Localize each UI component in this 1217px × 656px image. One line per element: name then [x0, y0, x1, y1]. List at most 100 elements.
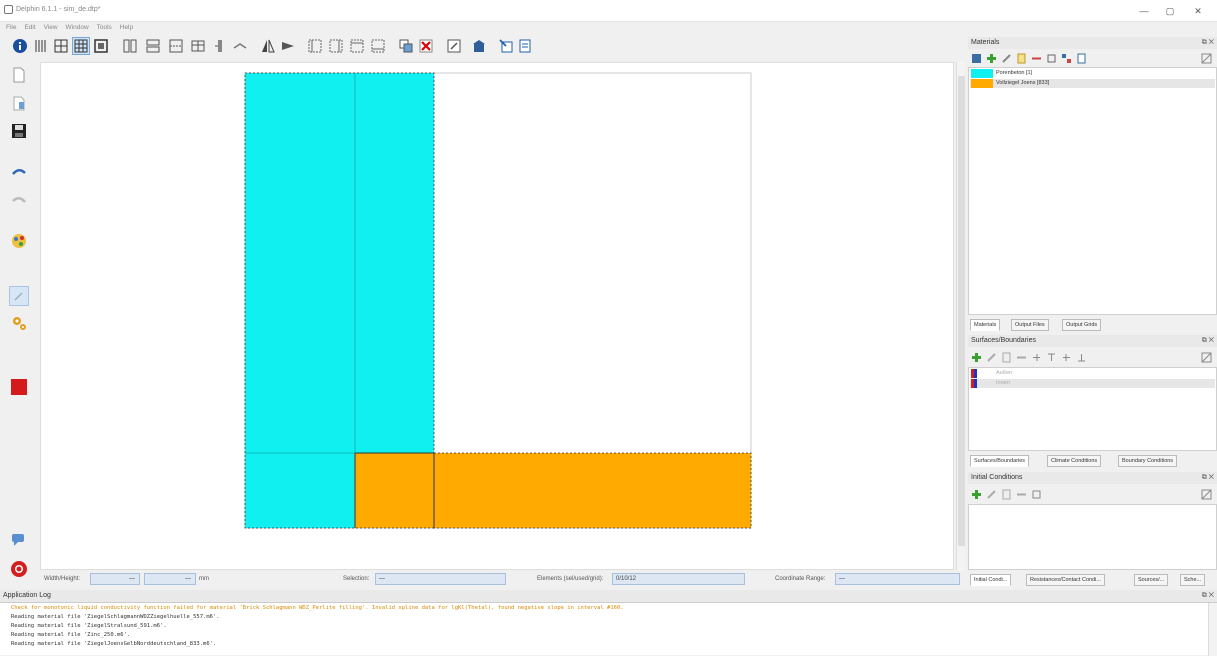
dock-float-close-icon[interactable]: ⧉ ✕: [1202, 335, 1214, 347]
material-item-vollziegel[interactable]: Vollziegel Joens [833]: [970, 79, 1215, 88]
maximize-button[interactable]: ▢: [1160, 4, 1180, 18]
copy-icon[interactable]: [1001, 352, 1012, 363]
dock-float-close-icon[interactable]: ⧉ ✕: [1202, 37, 1214, 49]
width-field[interactable]: —: [90, 573, 140, 585]
export-material-icon[interactable]: [1076, 53, 1087, 64]
tab-output-grids[interactable]: Output Grids: [1062, 319, 1102, 331]
add-icon[interactable]: [971, 489, 982, 500]
scrollbar-thumb[interactable]: [958, 76, 965, 546]
frame-icon[interactable]: [93, 38, 109, 54]
add-icon[interactable]: [986, 53, 997, 64]
selection-field[interactable]: —: [375, 573, 506, 585]
material-item-porenbeton[interactable]: Porenbeton [1]: [970, 69, 1215, 78]
vollziegel-cell-2[interactable]: [434, 453, 751, 528]
edit-pencil-icon[interactable]: [986, 352, 997, 363]
mirror-horizontal-icon[interactable]: [260, 38, 276, 54]
menu-tools[interactable]: Tools: [97, 22, 112, 33]
grid-align-right-icon[interactable]: [328, 38, 344, 54]
color-palette-icon[interactable]: [10, 232, 28, 250]
grid-detail-icon[interactable]: [72, 37, 90, 55]
import-icon[interactable]: [498, 38, 514, 54]
insert-column-icon[interactable]: [212, 38, 228, 54]
tab-schedules[interactable]: Sche...: [1180, 574, 1206, 586]
replace-material-icon[interactable]: [1061, 53, 1072, 64]
tab-resistances-contact[interactable]: Resistances/Contact Condi...: [1026, 574, 1105, 586]
tab-boundary-conditions[interactable]: Boundary Conditions: [1118, 455, 1178, 467]
canvas-vertical-scrollbar[interactable]: [956, 62, 965, 570]
elements-field[interactable]: 0/10/12: [612, 573, 745, 585]
save-icon[interactable]: [10, 122, 28, 140]
menu-view[interactable]: View: [44, 22, 58, 33]
copy-icon[interactable]: [1001, 489, 1012, 500]
info-icon[interactable]: [12, 38, 28, 54]
assign-icon[interactable]: [1031, 489, 1042, 500]
copy-icon[interactable]: [1016, 53, 1027, 64]
porenbeton-cell-1[interactable]: [245, 73, 355, 453]
dock-float-close-icon[interactable]: ⧉ ✕: [1202, 590, 1214, 602]
tab-surfaces-boundaries[interactable]: Surfaces/Boundaries: [970, 455, 1030, 467]
application-log[interactable]: Check for monotonic liquid conductivity …: [0, 602, 1217, 656]
height-field[interactable]: —: [144, 573, 196, 585]
vollziegel-cell-1[interactable]: [355, 453, 434, 528]
assign-left-icon[interactable]: [1031, 352, 1042, 363]
porenbeton-cell-3[interactable]: [245, 453, 355, 528]
panel-options-icon[interactable]: [1201, 352, 1212, 363]
assign-top-icon[interactable]: [1046, 352, 1057, 363]
grid-align-bottom-icon[interactable]: [370, 38, 386, 54]
grid-view-icon[interactable]: [53, 38, 69, 54]
redo-icon[interactable]: [10, 192, 28, 210]
menu-file[interactable]: File: [6, 22, 16, 33]
edit-pencil-icon[interactable]: [1001, 53, 1012, 64]
remove-icon[interactable]: [1031, 53, 1042, 64]
materials-list[interactable]: Porenbeton [1] Vollziegel Joens [833]: [968, 67, 1217, 315]
surface-item-innen[interactable]: Innen: [970, 379, 1215, 388]
table-icon[interactable]: [190, 38, 206, 54]
porenbeton-cell-2[interactable]: [355, 73, 434, 453]
material-db-icon[interactable]: [971, 53, 982, 64]
surfaces-list[interactable]: Außen Innen: [968, 367, 1217, 451]
copy-element-icon[interactable]: [398, 38, 414, 54]
close-button[interactable]: ✕: [1188, 4, 1208, 18]
initial-conditions-list[interactable]: [968, 504, 1217, 570]
assign-bottom-icon[interactable]: [1076, 352, 1087, 363]
dock-float-close-icon[interactable]: ⧉ ✕: [1202, 472, 1214, 484]
minimize-button[interactable]: —: [1134, 4, 1154, 18]
tab-climate-conditions[interactable]: Climate Conditions: [1047, 455, 1102, 467]
settings-gears-icon[interactable]: [10, 314, 28, 332]
undo-icon[interactable]: [10, 164, 28, 182]
assign-right-icon[interactable]: [1061, 352, 1072, 363]
remove-icon[interactable]: [1016, 352, 1027, 363]
menu-help[interactable]: Help: [120, 22, 133, 33]
menu-edit[interactable]: Edit: [24, 22, 35, 33]
edit-properties-icon[interactable]: [446, 38, 462, 54]
split-rows-icon[interactable]: [145, 38, 161, 54]
panel-options-icon[interactable]: [1201, 53, 1212, 64]
delete-element-icon[interactable]: [418, 38, 434, 54]
add-icon[interactable]: [971, 352, 982, 363]
merge-cells-icon[interactable]: [168, 38, 184, 54]
tab-initial-conditions[interactable]: Initial Condi...: [970, 574, 1012, 586]
export-icon[interactable]: [518, 38, 534, 54]
delete-column-icon[interactable]: [232, 38, 248, 54]
panel-options-icon[interactable]: [1201, 489, 1212, 500]
split-columns-icon[interactable]: [122, 38, 138, 54]
tab-materials[interactable]: Materials: [970, 319, 1001, 331]
grid-align-left-icon[interactable]: [307, 38, 323, 54]
assign-icon[interactable]: [1046, 53, 1057, 64]
coordinate-range-field[interactable]: —: [835, 573, 960, 585]
construction-drawing[interactable]: [41, 63, 955, 571]
select-tool-icon[interactable]: [9, 286, 29, 306]
grid-lines-vertical-icon[interactable]: [33, 38, 49, 54]
assign-material-icon[interactable]: [471, 38, 487, 54]
surface-item-aussen[interactable]: Außen: [970, 369, 1215, 378]
tab-output-files[interactable]: Output Files: [1011, 319, 1049, 331]
open-file-icon[interactable]: [10, 94, 28, 112]
construction-canvas[interactable]: [40, 62, 954, 570]
log-scrollbar[interactable]: [1208, 603, 1217, 656]
new-file-icon[interactable]: [10, 66, 28, 84]
messages-icon[interactable]: [10, 530, 28, 548]
remove-icon[interactable]: [1016, 489, 1027, 500]
menu-window[interactable]: Window: [66, 22, 89, 33]
edit-pencil-icon[interactable]: [986, 489, 997, 500]
grid-align-top-icon[interactable]: [349, 38, 365, 54]
